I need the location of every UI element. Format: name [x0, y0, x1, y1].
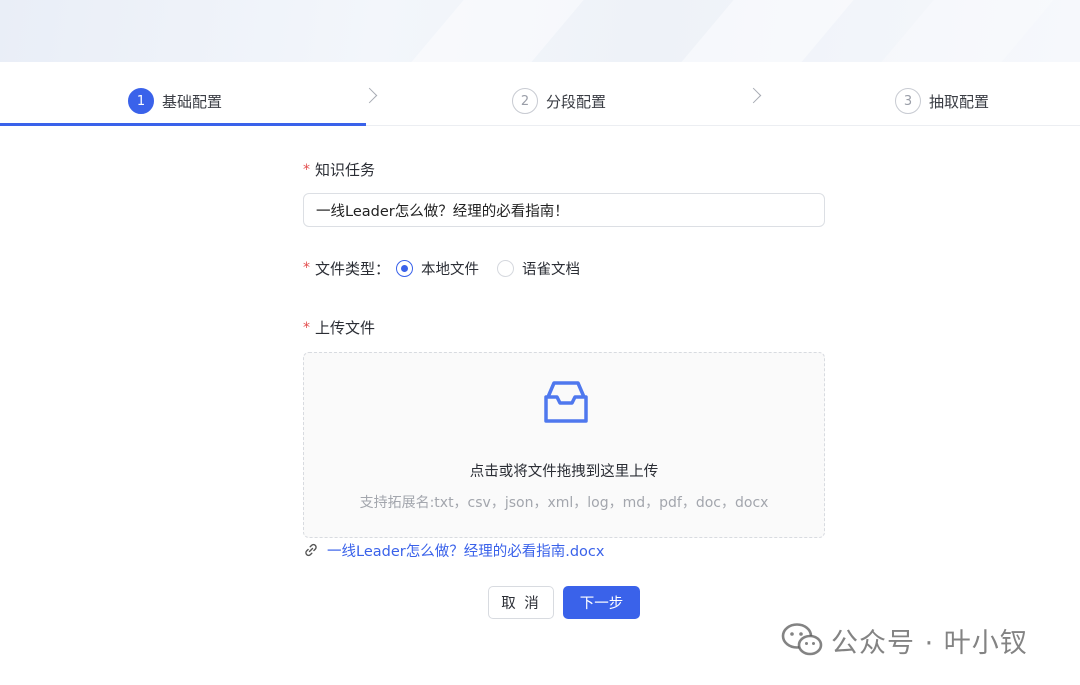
upload-field-label: * 上传文件 [303, 317, 375, 338]
watermark-text: 公众号 · 叶小钗 [831, 627, 1028, 659]
active-step-indicator [0, 123, 366, 126]
chevron-right-icon [745, 87, 762, 104]
radio-dot [396, 259, 414, 277]
link-icon [305, 543, 317, 557]
upload-label: 上传文件 [315, 319, 376, 337]
task-input[interactable] [303, 193, 825, 227]
step-number: 2 [512, 88, 538, 114]
steps-bar: 1 基础配置 2 分段配置 3 抽取配置 [0, 62, 1080, 126]
uploaded-file-item: 一线Leader怎么做？经理的必看指南.docx [303, 540, 604, 560]
upload-dropzone[interactable]: 点击或将文件拖拽到这里上传 支持拓展名:txt，csv，json，xml，log… [303, 352, 825, 538]
next-step-button[interactable]: 下一步 [563, 586, 640, 619]
radio-yuque-doc[interactable]: 语雀文档 [497, 258, 580, 279]
inbox-icon [544, 381, 588, 423]
upload-hint: 支持拓展名:txt，csv，json，xml，log，md，pdf，doc，do… [359, 495, 769, 511]
step-label: 抽取配置 [929, 92, 990, 111]
radio-local-file[interactable]: 本地文件 [396, 258, 479, 279]
wechat-icon [781, 623, 823, 656]
radio-label: 语雀文档 [522, 261, 581, 278]
task-field-label: * 知识任务 [303, 159, 375, 180]
step-label: 分段配置 [546, 92, 607, 111]
step-number: 3 [895, 88, 921, 114]
file-type-label: 文件类型： [315, 259, 391, 278]
required-mark: * [303, 319, 310, 336]
required-mark: * [303, 161, 310, 178]
uploaded-file-link[interactable]: 一线Leader怎么做？经理的必看指南.docx [327, 540, 604, 561]
radio-dot [497, 259, 515, 277]
task-label: 知识任务 [315, 161, 376, 179]
upload-instruction: 点击或将文件拖拽到这里上传 [469, 464, 659, 480]
watermark: 公众号 · 叶小钗 [781, 620, 1028, 660]
step-segment-config[interactable]: 2 分段配置 [512, 88, 606, 114]
file-type-field: * 文件类型： 本地文件 语雀文档 [303, 258, 598, 278]
top-banner [0, 0, 1080, 62]
required-mark: * [303, 260, 310, 276]
cancel-button[interactable]: 取 消 [488, 586, 554, 619]
step-label: 基础配置 [162, 92, 223, 111]
radio-label: 本地文件 [421, 261, 480, 278]
step-number: 1 [128, 88, 154, 114]
step-basic-config[interactable]: 1 基础配置 [128, 88, 222, 114]
chevron-right-icon [361, 87, 378, 104]
step-extract-config[interactable]: 3 抽取配置 [895, 88, 989, 114]
